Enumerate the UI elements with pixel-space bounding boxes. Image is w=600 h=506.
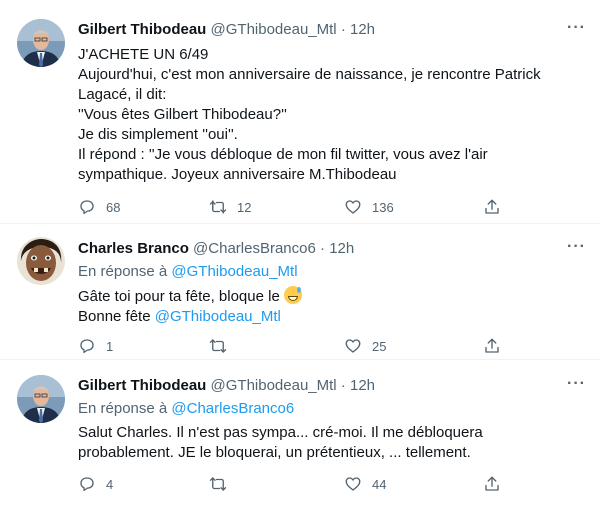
tweet-actions: 68 12 136 <box>78 197 518 217</box>
reply-context: En réponse à @CharlesBranco6 <box>78 399 586 419</box>
tweet[interactable]: Gilbert Thibodeau @GThibodeau_Mtl · 12h … <box>0 360 600 506</box>
author-name[interactable]: Gilbert Thibodeau <box>78 377 206 394</box>
retweet-icon <box>209 339 227 353</box>
author-handle[interactable]: @GThibodeau_Mtl <box>211 377 337 394</box>
separator-dot: · <box>340 21 346 38</box>
reply-context: En réponse à @GThibodeau_Mtl <box>78 262 586 282</box>
retweet-icon <box>209 477 227 491</box>
share-icon <box>485 338 499 353</box>
tweet[interactable]: Gilbert Thibodeau @GThibodeau_Mtl · 12h … <box>0 0 600 224</box>
reply-prefix: En réponse à <box>78 263 168 280</box>
tweet-text-line: Je dis simplement ''oui''. <box>78 126 238 143</box>
share-button[interactable] <box>483 336 501 356</box>
retweet-button[interactable]: 12 <box>209 197 251 217</box>
tweet-text-line: Aujourd'hui, c'est mon anniversaire de n… <box>78 66 541 83</box>
tweet-header: Gilbert Thibodeau @GThibodeau_Mtl · 12h … <box>78 19 586 41</box>
tweet-text-line: ''Vous êtes Gilbert Thibodeau?'' <box>78 106 287 123</box>
tweet-header: Gilbert Thibodeau @GThibodeau_Mtl · 12h … <box>78 375 586 397</box>
heart-icon <box>345 200 361 214</box>
like-count: 44 <box>372 476 387 492</box>
like-button[interactable]: 44 <box>344 474 386 494</box>
like-button[interactable]: 136 <box>344 197 394 217</box>
reply-to-link[interactable]: @GThibodeau_Mtl <box>171 263 297 280</box>
reply-button[interactable]: 68 <box>78 197 120 217</box>
heart-icon <box>345 477 361 491</box>
retweet-button[interactable] <box>209 474 237 494</box>
reply-count: 4 <box>106 476 114 492</box>
author-handle[interactable]: @CharlesBranco6 <box>193 240 316 257</box>
tweet-text-fragment: Bonne fête <box>78 308 151 325</box>
separator-dot: · <box>340 377 346 394</box>
reply-icon <box>80 339 94 354</box>
more-icon[interactable]: ··· <box>567 238 586 256</box>
reply-button[interactable]: 4 <box>78 474 113 494</box>
avatar[interactable] <box>17 19 65 67</box>
more-icon[interactable]: ··· <box>567 19 586 37</box>
tweet[interactable]: Charles Branco @CharlesBranco6 · 12h ···… <box>0 224 600 360</box>
author-handle[interactable]: @GThibodeau_Mtl <box>211 21 337 38</box>
tweet-actions: 4 44 <box>78 474 518 494</box>
author-name[interactable]: Charles Branco <box>78 240 189 257</box>
reply-icon <box>80 477 94 492</box>
mention-link[interactable]: @GThibodeau_Mtl <box>155 308 281 325</box>
tweet-text-line: Salut Charles. Il n'est pas sympa... cré… <box>78 424 483 441</box>
reply-button[interactable]: 1 <box>78 336 113 356</box>
tweet-text: J'ACHETE UN 6/49 Aujourd'hui, c'est mon … <box>78 45 586 185</box>
separator-dot: · <box>320 240 326 257</box>
share-button[interactable] <box>483 197 501 217</box>
tweet-text-line: sympathique. Joyeux anniversaire M.Thibo… <box>78 166 397 183</box>
more-icon[interactable]: ··· <box>567 375 586 393</box>
avatar[interactable] <box>17 375 65 423</box>
tweet-text-line: Bonne fête @GThibodeau_Mtl <box>78 307 586 327</box>
timestamp[interactable]: 12h <box>329 240 354 257</box>
share-icon <box>485 476 499 491</box>
like-count: 25 <box>372 338 387 354</box>
sweat-smile-emoji-icon <box>283 286 302 304</box>
tweet-text: Gâte toi pour ta fête, bloque le Bonne f… <box>78 286 586 327</box>
retweet-count: 12 <box>237 199 252 215</box>
reply-icon <box>80 200 94 215</box>
reply-count: 68 <box>106 199 121 215</box>
heart-icon <box>345 339 361 353</box>
reply-to-link[interactable]: @CharlesBranco6 <box>171 400 294 417</box>
tweet-text-fragment: Gâte toi pour ta fête, bloque le <box>78 288 280 305</box>
timestamp[interactable]: 12h <box>350 21 375 38</box>
like-button[interactable]: 25 <box>344 336 386 356</box>
tweet-header: Charles Branco @CharlesBranco6 · 12h ··· <box>78 238 586 260</box>
tweet-text-line: J'ACHETE UN 6/49 <box>78 46 209 63</box>
tweet-text-line: Lagacé, il dit: <box>78 86 167 103</box>
share-button[interactable] <box>483 474 501 494</box>
like-count: 136 <box>372 199 394 215</box>
tweet-text-line: probablement. JE le bloquerai, un préten… <box>78 444 471 461</box>
retweet-button[interactable] <box>209 336 237 356</box>
tweet-text: Salut Charles. Il n'est pas sympa... cré… <box>78 423 586 463</box>
tweet-actions: 1 25 <box>78 336 518 356</box>
share-icon <box>485 199 499 214</box>
timestamp[interactable]: 12h <box>350 377 375 394</box>
tweet-text-line: Il répond : ''Je vous débloque de mon fi… <box>78 146 488 163</box>
reply-count: 1 <box>106 338 114 354</box>
retweet-icon <box>209 200 227 214</box>
author-name[interactable]: Gilbert Thibodeau <box>78 21 206 38</box>
tweet-text-line: Gâte toi pour ta fête, bloque le <box>78 286 586 307</box>
avatar[interactable] <box>17 237 65 285</box>
reply-prefix: En réponse à <box>78 400 168 417</box>
